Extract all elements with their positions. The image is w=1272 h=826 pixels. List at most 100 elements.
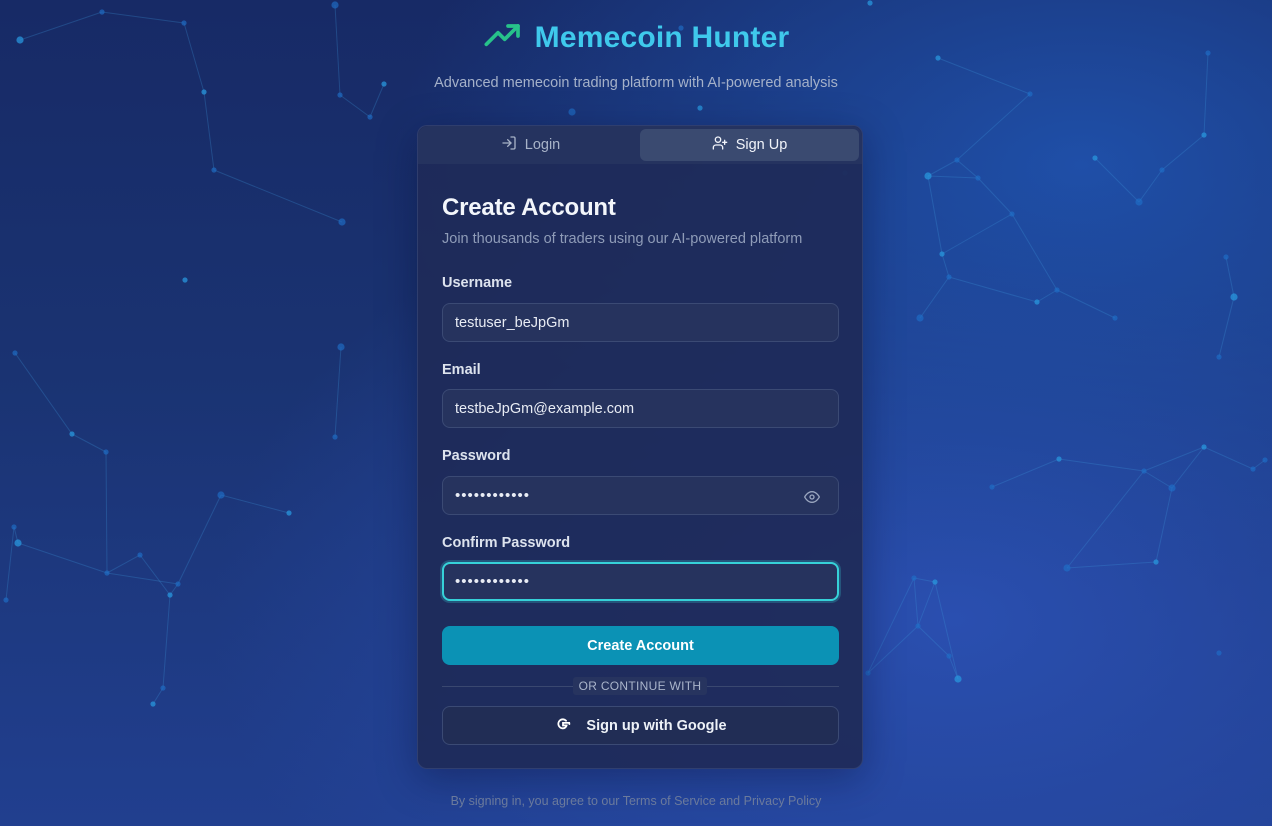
- page-subtitle: Advanced memecoin trading platform with …: [434, 74, 838, 91]
- network-node: [865, 670, 871, 676]
- create-account-button[interactable]: Create Account: [442, 626, 839, 665]
- network-node: [1168, 484, 1176, 492]
- divider-text: OR CONTINUE WITH: [572, 677, 708, 695]
- network-node: [167, 592, 173, 598]
- network-node: [1153, 559, 1159, 565]
- network-link: [106, 572, 179, 585]
- network-node: [1159, 167, 1165, 173]
- network-link: [17, 542, 108, 574]
- confirm-password-input[interactable]: ••••••••••••: [442, 562, 839, 601]
- password-value: ••••••••••••: [455, 487, 531, 504]
- network-node: [939, 251, 945, 257]
- network-link: [867, 625, 919, 674]
- google-signup-button[interactable]: Sign up with Google: [442, 706, 839, 745]
- network-node: [3, 597, 9, 603]
- network-node: [1216, 650, 1222, 656]
- network-link: [1155, 487, 1173, 563]
- network-node: [1201, 444, 1207, 450]
- email-input[interactable]: testbeJpGm@example.com: [442, 389, 839, 428]
- terms-link[interactable]: Terms of Service: [623, 794, 716, 808]
- network-link: [5, 526, 15, 601]
- network-node: [1135, 198, 1143, 206]
- network-link: [105, 451, 108, 574]
- divider-text-wrap: OR CONTINUE WITH: [418, 677, 862, 695]
- network-link: [917, 581, 936, 627]
- network-link: [956, 159, 979, 179]
- network-node: [946, 274, 952, 280]
- network-node: [150, 701, 156, 707]
- network-link: [213, 169, 343, 223]
- network-link: [941, 253, 950, 278]
- network-link: [1143, 470, 1173, 489]
- password-input[interactable]: ••••••••••••: [442, 476, 839, 515]
- network-node: [989, 484, 995, 490]
- network-link: [1066, 470, 1145, 569]
- network-node: [1250, 466, 1256, 472]
- network-link: [1011, 213, 1058, 291]
- network-node: [14, 539, 22, 547]
- network-link: [919, 276, 950, 319]
- network-node: [175, 581, 181, 587]
- form-description: Join thousands of traders using our AI-p…: [442, 231, 803, 247]
- brand: Memecoin Hunter: [483, 18, 790, 58]
- tab-signup[interactable]: Sign Up: [640, 129, 859, 161]
- network-link: [162, 594, 171, 689]
- network-node: [338, 218, 346, 226]
- network-node: [1216, 354, 1222, 360]
- email-label: Email: [442, 362, 481, 378]
- network-link: [71, 433, 107, 453]
- network-node: [104, 570, 110, 576]
- trending-up-icon: [483, 16, 523, 61]
- network-link: [139, 554, 171, 596]
- network-node: [1092, 155, 1098, 161]
- network-node: [867, 0, 873, 6]
- network-node: [137, 552, 143, 558]
- network-node: [1230, 293, 1238, 301]
- network-link: [941, 213, 1013, 255]
- network-node: [367, 114, 373, 120]
- network-node: [182, 277, 188, 283]
- network-node: [916, 314, 924, 322]
- network-node: [337, 343, 345, 351]
- network-node: [568, 108, 576, 116]
- page-header: Memecoin Hunter Advanced memecoin tradin…: [0, 18, 1272, 91]
- network-node: [1034, 299, 1040, 305]
- privacy-link[interactable]: Privacy Policy: [744, 794, 822, 808]
- network-node: [160, 685, 166, 691]
- network-node: [1056, 456, 1062, 462]
- network-node: [69, 431, 75, 437]
- network-node: [1009, 211, 1015, 217]
- network-node: [975, 175, 981, 181]
- network-node: [932, 579, 938, 585]
- network-link: [948, 276, 1038, 303]
- network-link: [1036, 289, 1058, 303]
- eye-icon[interactable]: [804, 489, 820, 505]
- network-link: [1138, 169, 1163, 203]
- network-node: [1027, 91, 1033, 97]
- username-input[interactable]: testuser_beJpGm: [442, 303, 839, 342]
- network-node: [1201, 132, 1207, 138]
- network-link: [1056, 289, 1116, 319]
- network-link: [927, 175, 979, 179]
- tab-login-label: Login: [524, 137, 561, 153]
- network-node: [1262, 457, 1268, 463]
- network-link: [927, 159, 958, 177]
- tab-login[interactable]: Login: [421, 129, 640, 161]
- network-link: [1203, 446, 1254, 470]
- user-plus-icon: [712, 135, 728, 155]
- network-link: [917, 625, 950, 657]
- network-link: [1218, 296, 1235, 358]
- network-link: [1225, 256, 1235, 298]
- network-link: [913, 577, 919, 627]
- network-link: [152, 687, 164, 705]
- confirm-password-label: Confirm Password: [442, 535, 571, 551]
- network-link: [934, 581, 959, 680]
- google-icon: [554, 715, 572, 737]
- network-node: [1112, 315, 1118, 321]
- network-node: [1054, 287, 1060, 293]
- network-node: [946, 653, 952, 659]
- footer-and: and: [719, 794, 741, 808]
- network-node: [11, 524, 17, 530]
- network-link: [927, 175, 943, 255]
- network-node: [99, 9, 105, 15]
